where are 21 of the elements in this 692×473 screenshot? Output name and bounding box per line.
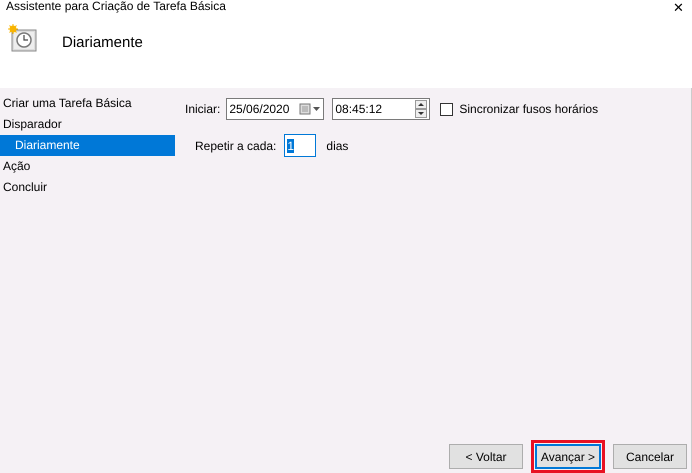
repeat-label: Repetir a cada:	[195, 138, 276, 154]
window-title: Assistente para Criação de Tarefa Básica	[6, 0, 226, 12]
sidebar-item[interactable]: Concluir	[0, 177, 175, 198]
spin-arrows-icon[interactable]	[415, 100, 428, 118]
sidebar-item[interactable]: Diariamente	[0, 135, 175, 156]
repeat-input-field[interactable]: 1	[284, 134, 316, 157]
days-label: dias	[326, 138, 348, 154]
wizard-button[interactable]: < Voltar	[449, 444, 523, 469]
header-title: Diariamente	[62, 33, 143, 53]
sync-label: Sincronizar fusos horários	[459, 101, 598, 118]
start-label: Iniciar:	[185, 101, 220, 118]
wizard-button[interactable]: Cancelar	[613, 444, 687, 469]
sidebar-item[interactable]: Disparador	[0, 114, 175, 135]
sidebar-item[interactable]: Ação	[0, 156, 175, 177]
sync-checkbox[interactable]	[440, 102, 454, 116]
time-spinner[interactable]: 08:45:12	[332, 98, 430, 120]
close-button[interactable]: ✕	[673, 1, 684, 14]
calendar-dropdown-icon[interactable]	[299, 103, 322, 115]
clock-icon	[8, 24, 38, 52]
date-picker[interactable]: 25/06/2020	[226, 98, 324, 120]
sidebar-item[interactable]: Criar uma Tarefa Básica	[0, 93, 175, 114]
